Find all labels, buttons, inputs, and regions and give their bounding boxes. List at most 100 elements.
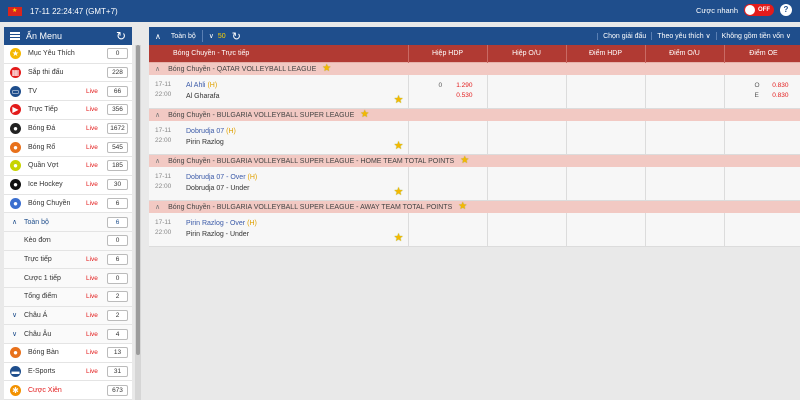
league-cell[interactable]: ∧ Bóng Chuyền - QATAR VOLLEYBALL LEAGUE ★ (149, 61, 800, 75)
home-team-name[interactable]: Pirin Razlog - Over (186, 220, 245, 227)
odds-line[interactable]: O 0.830 (725, 81, 800, 91)
league-cell[interactable]: ∧ Bóng Chuyền - BULGARIA VOLLEYBALL SUPER… (149, 153, 800, 167)
sidebar-item[interactable]: ★ Mục Yêu Thích 0 (4, 45, 132, 64)
points-hdp-cell[interactable] (566, 213, 646, 247)
toolbar-menu-item[interactable]: Theo yêu thích ∨ (651, 32, 715, 40)
vietnam-flag-icon[interactable] (8, 6, 22, 16)
set-hdp-cell[interactable] (408, 213, 488, 247)
odds-value[interactable]: 0.830 (772, 91, 788, 101)
sidebar-item[interactable]: ● Bóng Rổ Live 545 (4, 138, 132, 158)
league-name[interactable]: Bóng Chuyền - BULGARIA VOLLEYBALL SUPER … (168, 204, 452, 211)
points-ou-cell[interactable] (645, 121, 725, 155)
sidebar-item[interactable]: ∧ Toàn bộ 6 (4, 213, 132, 232)
odds-line[interactable]: 0.530 (409, 91, 487, 101)
collapse-up-icon[interactable]: ∧ (155, 66, 160, 73)
set-ou-cell[interactable] (487, 213, 567, 247)
toolbar-menu-item[interactable]: Không gồm tiền vốn ∨ (715, 32, 796, 40)
sidebar-item[interactable]: ▭ TV Live 66 (4, 82, 132, 102)
set-ou-cell[interactable] (487, 121, 567, 155)
favorite-star-icon[interactable]: ★ (394, 93, 404, 106)
home-team-name[interactable]: Dobrudja 07 (186, 128, 224, 135)
sidebar-item[interactable]: ▶ Trực Tiếp Live 356 (4, 101, 132, 120)
quick-bet-toggle[interactable]: OFF (744, 4, 774, 16)
league-cell[interactable]: ∧ Bóng Chuyền - BULGARIA VOLLEYBALL SUPER… (149, 199, 800, 213)
favorite-star-icon[interactable]: ★ (360, 109, 369, 120)
collapse-up-icon[interactable]: ∧ (155, 32, 161, 41)
all-filter-button[interactable]: Toàn bộ (171, 33, 196, 40)
away-team-name[interactable]: Pirin Razlog - Under (186, 231, 249, 238)
toolbar-menu-item[interactable]: Chọn giải đấu (597, 32, 651, 40)
odds-value[interactable]: 0.530 (456, 91, 472, 101)
points-hdp-cell[interactable] (566, 75, 646, 109)
favorite-star-icon[interactable]: ★ (458, 201, 467, 212)
odds-value[interactable]: 0.830 (772, 81, 788, 91)
sidebar-item[interactable]: ● Quần Vợt Live 185 (4, 157, 132, 176)
points-ou-cell[interactable] (645, 167, 725, 201)
collapse-up-icon[interactable]: ∧ (155, 204, 160, 211)
sidebar-scrollbar[interactable] (135, 45, 141, 400)
column-header[interactable]: Điểm HDP (566, 45, 646, 62)
sidebar-header[interactable]: Ẩn Menu ↻ (4, 27, 132, 45)
column-header[interactable]: Điểm OE (724, 45, 800, 62)
home-team-name[interactable]: Al Ahli (186, 82, 205, 89)
sidebar-item[interactable]: Kèo đơn 0 (4, 231, 132, 251)
set-hdp-cell[interactable] (408, 167, 488, 201)
set-ou-cell[interactable] (487, 75, 567, 109)
sidebar-item[interactable]: ∨ Châu Á Live 2 (4, 306, 132, 326)
away-team-name[interactable]: Al Gharafa (186, 93, 219, 100)
league-name[interactable]: Bóng Chuyền - QATAR VOLLEYBALL LEAGUE (168, 66, 316, 73)
sidebar-item[interactable]: ● Ice Hockey Live 30 (4, 176, 132, 195)
chevron-down-icon[interactable]: ∨ (209, 32, 214, 40)
sidebar-item[interactable]: ▦ Sắp thi đấu 228 (4, 64, 132, 83)
points-oe-cell[interactable] (724, 213, 800, 247)
sidebar-item[interactable]: ● Bóng Chuyền Live 6 (4, 195, 132, 214)
away-team-name[interactable]: Pirin Razlog (186, 139, 224, 146)
favorite-star-icon[interactable]: ★ (394, 139, 404, 152)
away-team-name[interactable]: Dobrudja 07 - Under (186, 185, 249, 192)
sidebar-item[interactable]: ∨ Châu Âu Live 4 (4, 325, 132, 344)
league-row[interactable]: ∧ Bóng Chuyền - QATAR VOLLEYBALL LEAGUE ★ (149, 61, 800, 75)
points-hdp-cell[interactable] (566, 121, 646, 155)
league-row[interactable]: ∧ Bóng Chuyền - BULGARIA VOLLEYBALL SUPER… (149, 199, 800, 213)
collapse-up-icon[interactable]: ∧ (155, 112, 160, 119)
favorite-star-icon[interactable]: ★ (322, 63, 331, 74)
home-team-name[interactable]: Dobrudja 07 - Over (186, 174, 246, 181)
sidebar-item[interactable]: Cược 1 tiếp Live 0 (4, 269, 132, 288)
set-hdp-cell[interactable]: 0 1.290 0.530 (408, 75, 488, 109)
sidebar-item[interactable]: ▬ E-Sports Live 31 (4, 363, 132, 382)
sidebar-item[interactable]: Trực tiếp Live 6 (4, 250, 132, 270)
sidebar-item[interactable]: ● Bóng Đá Live 1672 (4, 120, 132, 139)
collapse-up-icon[interactable]: ∧ (155, 158, 160, 165)
odds-line[interactable]: E 0.830 (725, 91, 800, 101)
sidebar-item[interactable]: ● Bóng Bàn Live 13 (4, 344, 132, 363)
refresh-icon[interactable]: ↻ (232, 30, 241, 43)
column-header[interactable]: Hiệp HDP (408, 45, 488, 62)
set-hdp-cell[interactable] (408, 121, 488, 155)
league-row[interactable]: ∧ Bóng Chuyền - BULGARIA VOLLEYBALL SUPER… (149, 107, 800, 121)
league-cell[interactable]: ∧ Bóng Chuyền - BULGARIA VOLLEYBALL SUPER… (149, 107, 800, 121)
column-header[interactable]: Hiệp O/U (487, 45, 567, 62)
odds-value[interactable]: 1.290 (456, 81, 472, 91)
set-ou-cell[interactable] (487, 167, 567, 201)
league-name[interactable]: Bóng Chuyền - BULGARIA VOLLEYBALL SUPER … (168, 158, 454, 165)
points-oe-cell[interactable] (724, 121, 800, 155)
favorite-star-icon[interactable]: ★ (394, 231, 404, 244)
odds-line[interactable]: 0 1.290 (409, 81, 487, 91)
points-ou-cell[interactable] (645, 75, 725, 109)
column-header[interactable]: Điểm O/U (645, 45, 725, 62)
points-ou-cell[interactable] (645, 213, 725, 247)
sidebar-item[interactable]: Tổng điểm Live 2 (4, 287, 132, 307)
hamburger-icon[interactable] (10, 32, 20, 40)
help-icon[interactable]: ? (780, 4, 792, 16)
favorite-star-icon[interactable]: ★ (460, 155, 469, 166)
league-row[interactable]: ∧ Bóng Chuyền - BULGARIA VOLLEYBALL SUPER… (149, 153, 800, 167)
favorite-star-icon[interactable]: ★ (394, 185, 404, 198)
points-oe-cell[interactable] (724, 167, 800, 201)
hide-menu-label[interactable]: Ẩn Menu (26, 31, 62, 41)
sidebar-item[interactable]: ✱ Cược Xiên 673 (4, 381, 132, 400)
refresh-icon[interactable]: ↻ (116, 29, 126, 43)
points-hdp-cell[interactable] (566, 167, 646, 201)
scrollbar-thumb[interactable] (136, 45, 140, 355)
league-name[interactable]: Bóng Chuyền - BULGARIA VOLLEYBALL SUPER … (168, 112, 354, 119)
points-oe-cell[interactable]: O 0.830 E 0.830 (724, 75, 800, 109)
